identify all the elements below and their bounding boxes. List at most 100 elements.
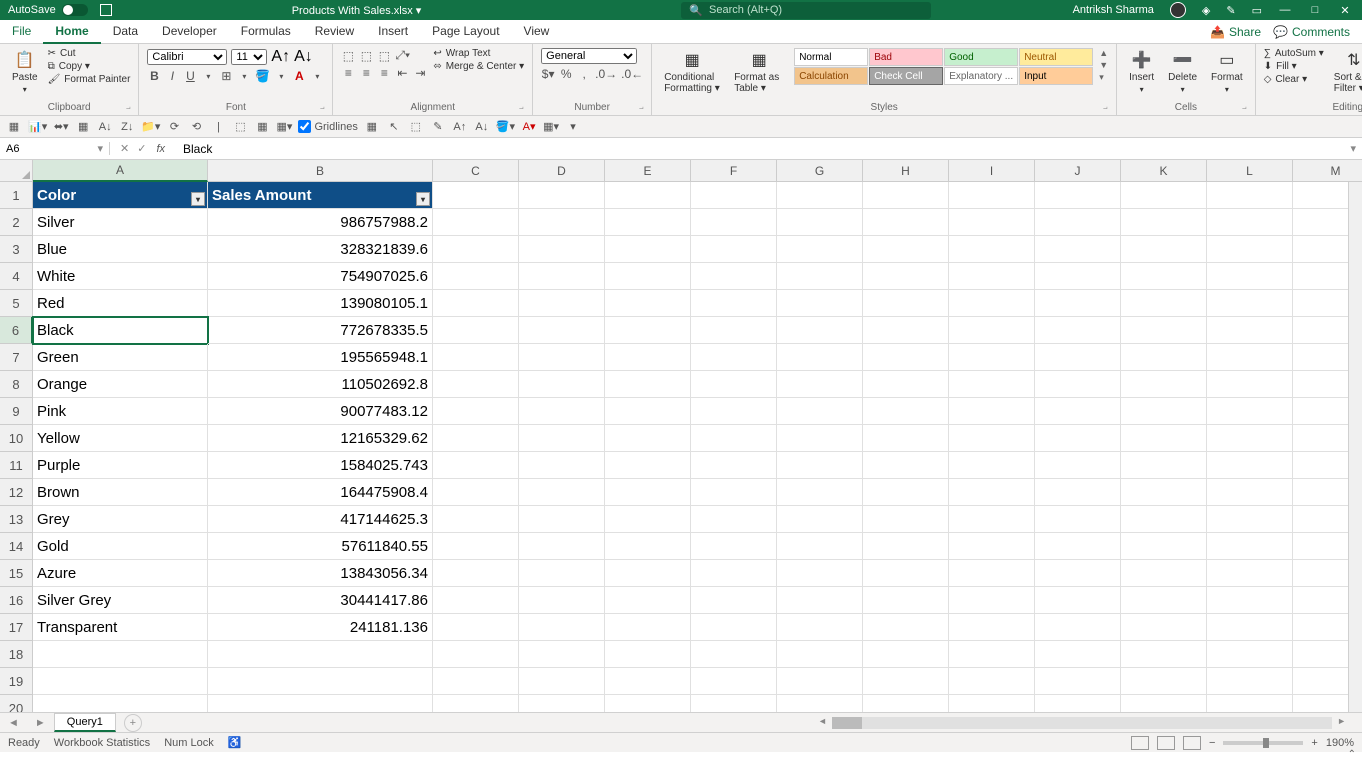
cell-K17[interactable] (1121, 614, 1207, 641)
cell-J18[interactable] (1035, 641, 1121, 668)
cell-G4[interactable] (777, 263, 863, 290)
cell-I15[interactable] (949, 560, 1035, 587)
cell-K19[interactable] (1121, 668, 1207, 695)
decrease-decimal-icon[interactable]: .0← (621, 67, 643, 81)
cell-H9[interactable] (863, 398, 949, 425)
cell-L20[interactable] (1207, 695, 1293, 712)
cell-F6[interactable] (691, 317, 777, 344)
cell-E15[interactable] (605, 560, 691, 587)
cell-F3[interactable] (691, 236, 777, 263)
cell-G16[interactable] (777, 587, 863, 614)
cell-E10[interactable] (605, 425, 691, 452)
column-header-I[interactable]: I (949, 160, 1035, 182)
cell-B19[interactable] (208, 668, 433, 695)
cell-G9[interactable] (777, 398, 863, 425)
cell-L10[interactable] (1207, 425, 1293, 452)
cell-B6[interactable]: 772678335.5 (208, 317, 433, 344)
cell-L16[interactable] (1207, 587, 1293, 614)
cell-A18[interactable] (33, 641, 208, 668)
cell-J20[interactable] (1035, 695, 1121, 712)
cell-L8[interactable] (1207, 371, 1293, 398)
cell-I7[interactable] (949, 344, 1035, 371)
cell-I18[interactable] (949, 641, 1035, 668)
format-painter-button[interactable]: 🖌Format Painter (48, 74, 131, 85)
cell-E3[interactable] (605, 236, 691, 263)
sort-filter-button[interactable]: ⇅Sort & Filter ▾ (1330, 48, 1362, 96)
cell-B18[interactable] (208, 641, 433, 668)
format-as-table-button[interactable]: ▦Format as Table ▾ (730, 48, 788, 96)
cell-A19[interactable] (33, 668, 208, 695)
cell-C9[interactable] (433, 398, 519, 425)
menu-tab-page-layout[interactable]: Page Layout (420, 20, 511, 44)
cell-A15[interactable]: Azure (33, 560, 208, 587)
cell-G19[interactable] (777, 668, 863, 695)
cell-H11[interactable] (863, 452, 949, 479)
cell-K3[interactable] (1121, 236, 1207, 263)
cell-H18[interactable] (863, 641, 949, 668)
cell-B14[interactable]: 57611840.55 (208, 533, 433, 560)
close-button[interactable]: ✕ (1338, 4, 1352, 17)
cell-A12[interactable]: Brown (33, 479, 208, 506)
cell-H13[interactable] (863, 506, 949, 533)
cell-G11[interactable] (777, 452, 863, 479)
cell-J6[interactable] (1035, 317, 1121, 344)
cell-style-neutral[interactable]: Neutral (1019, 48, 1093, 66)
cell-L2[interactable] (1207, 209, 1293, 236)
qat-icon[interactable]: ▦ (364, 119, 380, 135)
cell-B12[interactable]: 164475908.4 (208, 479, 433, 506)
row-header-1[interactable]: 1 (0, 182, 33, 209)
cell-J12[interactable] (1035, 479, 1121, 506)
column-header-F[interactable]: F (691, 160, 777, 182)
sheet-nav-prev[interactable]: ◄ (0, 717, 27, 729)
cell-A11[interactable]: Purple (33, 452, 208, 479)
worksheet-grid[interactable]: ABCDEFGHIJKLM 12345678910111213141516171… (0, 160, 1362, 712)
column-header-E[interactable]: E (605, 160, 691, 182)
cell-A3[interactable]: Blue (33, 236, 208, 263)
copy-button[interactable]: ⧉Copy ▾ (48, 61, 131, 72)
cell-L14[interactable] (1207, 533, 1293, 560)
cell-B17[interactable]: 241181.136 (208, 614, 433, 641)
cell-K12[interactable] (1121, 479, 1207, 506)
cell-D16[interactable] (519, 587, 605, 614)
cell-J2[interactable] (1035, 209, 1121, 236)
cell-D8[interactable] (519, 371, 605, 398)
cell-I12[interactable] (949, 479, 1035, 506)
cell-I11[interactable] (949, 452, 1035, 479)
cell-D6[interactable] (519, 317, 605, 344)
cell-G8[interactable] (777, 371, 863, 398)
column-header-M[interactable]: M (1293, 160, 1362, 182)
cell-E16[interactable] (605, 587, 691, 614)
cell-G10[interactable] (777, 425, 863, 452)
share-button[interactable]: 📤 Share (1210, 25, 1261, 39)
cell-K11[interactable] (1121, 452, 1207, 479)
row-header-7[interactable]: 7 (0, 344, 33, 371)
cell-A1[interactable]: Color▾ (33, 182, 208, 209)
decrease-indent-icon[interactable]: ⇤ (395, 66, 409, 80)
styles-down-icon[interactable]: ▼ (1099, 60, 1108, 70)
comments-button[interactable]: 💬 Comments (1273, 25, 1350, 39)
cell-E20[interactable] (605, 695, 691, 712)
qat-icon[interactable]: A↓ (474, 119, 490, 135)
ribbon-display-icon[interactable]: ▭ (1252, 4, 1262, 17)
cell-G2[interactable] (777, 209, 863, 236)
formula-input[interactable] (173, 142, 1344, 156)
cell-C15[interactable] (433, 560, 519, 587)
cell-I3[interactable] (949, 236, 1035, 263)
qat-icon[interactable]: 🪣▾ (496, 119, 515, 135)
cell-B1[interactable]: Sales Amount▾ (208, 182, 433, 209)
cell-K16[interactable] (1121, 587, 1207, 614)
user-name[interactable]: Antriksh Sharma (1073, 4, 1154, 16)
cell-B10[interactable]: 12165329.62 (208, 425, 433, 452)
cell-F16[interactable] (691, 587, 777, 614)
cell-B2[interactable]: 986757988.2 (208, 209, 433, 236)
cell-E18[interactable] (605, 641, 691, 668)
cell-A17[interactable]: Transparent (33, 614, 208, 641)
zoom-in-icon[interactable]: + (1311, 737, 1317, 749)
wrap-text-button[interactable]: ↩Wrap Text (433, 48, 524, 59)
cell-style-normal[interactable]: Normal (794, 48, 868, 66)
cell-I5[interactable] (949, 290, 1035, 317)
cell-B13[interactable]: 417144625.3 (208, 506, 433, 533)
cell-H19[interactable] (863, 668, 949, 695)
cell-J10[interactable] (1035, 425, 1121, 452)
increase-font-icon[interactable]: A↑ (271, 48, 290, 66)
